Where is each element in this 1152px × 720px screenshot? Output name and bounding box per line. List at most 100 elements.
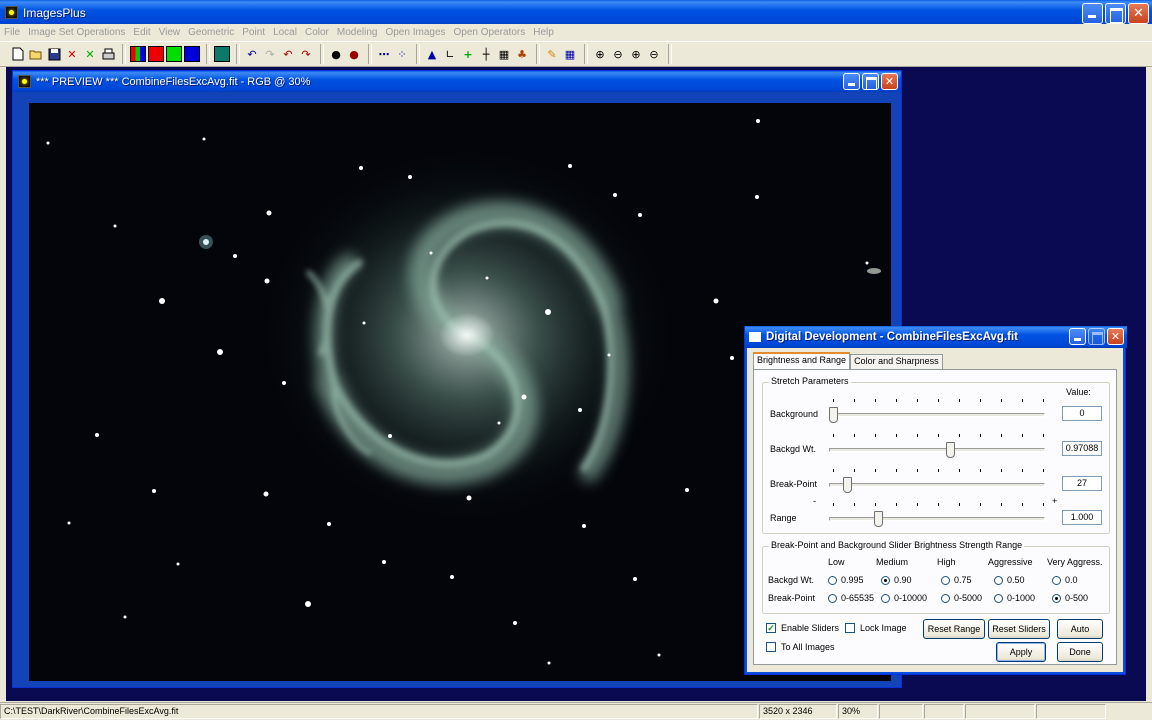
grid-icon[interactable] — [214, 46, 230, 62]
backgd-wt-slider-track[interactable] — [829, 448, 1045, 452]
curve-axes-icon[interactable]: ∟ — [442, 46, 458, 62]
dialog-close-button[interactable]: ✕ — [1107, 328, 1124, 345]
table-icon[interactable]: ▦ — [562, 46, 578, 62]
range-slider-track[interactable] — [829, 517, 1045, 521]
menu-view[interactable]: View — [159, 27, 181, 38]
open-folder-icon[interactable] — [28, 46, 44, 62]
radio-dot[interactable] — [1052, 593, 1061, 603]
menu-point[interactable]: Point — [242, 27, 265, 38]
app-minimize-button[interactable] — [1082, 3, 1103, 24]
save-icon[interactable] — [46, 46, 62, 62]
zoom-in-icon[interactable]: ⊕ — [592, 46, 608, 62]
redo-disabled-icon[interactable]: ↷ — [262, 46, 278, 62]
backgd-wt-radio[interactable]: 0.995 — [828, 575, 864, 585]
undo-all-icon[interactable]: ↶ — [280, 46, 296, 62]
menu-modeling[interactable]: Modeling — [337, 27, 378, 38]
apply-button[interactable]: Apply — [996, 642, 1046, 662]
app-maximize-button[interactable] — [1105, 3, 1126, 24]
backgd-wt-value-field[interactable]: 0.97088 — [1062, 441, 1102, 456]
dots-line-icon[interactable]: ⋯ — [376, 46, 392, 62]
new-file-icon[interactable] — [10, 46, 26, 62]
break-point-radio[interactable]: 0-5000 — [941, 593, 982, 603]
break-point-radio[interactable]: 0-10000 — [881, 593, 927, 603]
crosshair-green-icon[interactable]: + — [460, 46, 476, 62]
auto-button[interactable]: Auto — [1057, 619, 1103, 639]
menu-local[interactable]: Local — [273, 27, 297, 38]
zoom-actual-icon[interactable]: ⊖ — [646, 46, 662, 62]
range-value-field[interactable]: 1.000 — [1062, 510, 1102, 525]
lock-image-check[interactable] — [845, 623, 855, 633]
radio-dot[interactable] — [828, 575, 837, 585]
radio-dot[interactable] — [941, 575, 950, 585]
enable-sliders-check[interactable]: ✓ — [766, 623, 776, 633]
enable-sliders-checkbox[interactable]: ✓ Enable Sliders — [766, 623, 839, 633]
menu-geometric[interactable]: Geometric — [188, 27, 234, 38]
backgd-wt-radio[interactable]: 0.90 — [881, 575, 912, 585]
blue-channel-icon[interactable] — [184, 46, 200, 62]
dialog-minimize-button[interactable] — [1069, 328, 1086, 345]
close-green-icon[interactable]: ✕ — [82, 46, 98, 62]
break-point-slider-thumb[interactable] — [843, 477, 853, 493]
backgd-wt-radio[interactable]: 0.75 — [941, 575, 972, 585]
menu-edit[interactable]: Edit — [133, 27, 150, 38]
reset-range-button[interactable]: Reset Range — [923, 619, 985, 639]
menu-help[interactable]: Help — [533, 27, 554, 38]
backgd-wt-slider-thumb[interactable] — [945, 442, 955, 458]
slider-tick — [1022, 399, 1023, 402]
image-minimize-button[interactable] — [843, 73, 860, 90]
done-button[interactable]: Done — [1057, 642, 1103, 662]
drop-red-icon[interactable]: ● — [346, 46, 362, 62]
break-point-slider-track[interactable] — [829, 483, 1045, 487]
histogram-icon[interactable]: ▲ — [424, 46, 440, 62]
image-window-title-bar[interactable]: *** PREVIEW *** CombineFilesExcAvg.fit -… — [13, 71, 901, 92]
zoom-fit-icon[interactable]: ⊕ — [628, 46, 644, 62]
dialog-maximize-button[interactable] — [1088, 328, 1105, 345]
image-close-button[interactable]: ✕ — [881, 73, 898, 90]
to-all-images-checkbox[interactable]: To All Images — [766, 642, 835, 652]
break-point-radio[interactable]: 0-65535 — [828, 593, 874, 603]
lock-image-checkbox[interactable]: Lock Image — [845, 623, 907, 633]
menu-open-images[interactable]: Open Images — [385, 27, 445, 38]
radio-dot[interactable] — [941, 593, 950, 603]
radio-dot[interactable] — [881, 575, 890, 585]
size-grip[interactable] — [1107, 704, 1135, 719]
menu-color[interactable]: Color — [305, 27, 329, 38]
background-slider-thumb[interactable] — [829, 407, 838, 423]
zoom-out-icon[interactable]: ⊖ — [610, 46, 626, 62]
redo-all-icon[interactable]: ↷ — [298, 46, 314, 62]
menu-open-operators[interactable]: Open Operators — [454, 27, 526, 38]
radio-dot[interactable] — [828, 593, 837, 603]
to-all-images-check[interactable] — [766, 642, 776, 652]
menu-file[interactable]: File — [4, 27, 20, 38]
radio-dot[interactable] — [994, 575, 1003, 585]
backgd-wt-radio[interactable]: 0.50 — [994, 575, 1025, 585]
close-red-icon[interactable]: ✕ — [64, 46, 80, 62]
menu-image-set-operations[interactable]: Image Set Operations — [28, 27, 125, 38]
dialog-title-bar[interactable]: Digital Development - CombineFilesExcAvg… — [745, 326, 1127, 348]
radio-dot[interactable] — [881, 593, 890, 603]
reset-sliders-button[interactable]: Reset Sliders — [988, 619, 1050, 639]
background-value-field[interactable]: 0 — [1062, 406, 1102, 421]
palette-icon[interactable]: ♣ — [514, 46, 530, 62]
dots-curve-icon[interactable]: ⁘ — [394, 46, 410, 62]
range-slider-thumb[interactable] — [874, 511, 884, 527]
app-close-button[interactable]: ✕ — [1128, 3, 1149, 24]
print-icon[interactable] — [100, 46, 116, 62]
app-title-bar[interactable]: ImagesPlus ✕ — [0, 0, 1152, 25]
background-slider-track[interactable] — [829, 413, 1045, 417]
backgd-wt-radio[interactable]: 0.0 — [1052, 575, 1078, 585]
undo-icon[interactable]: ↶ — [244, 46, 260, 62]
radio-dot[interactable] — [1052, 575, 1061, 585]
crosshair-icon[interactable]: ┼ — [478, 46, 494, 62]
image-maximize-button[interactable] — [862, 73, 879, 90]
break-point-radio[interactable]: 0-1000 — [994, 593, 1035, 603]
calculator-icon[interactable]: ▦ — [496, 46, 512, 62]
drop-black-icon[interactable]: ● — [328, 46, 344, 62]
break-point-radio[interactable]: 0-500 — [1052, 593, 1088, 603]
pencil-icon[interactable]: ✎ — [544, 46, 560, 62]
rgb-channels-icon[interactable] — [130, 46, 146, 62]
radio-dot[interactable] — [994, 593, 1003, 603]
red-channel-icon[interactable] — [148, 46, 164, 62]
break-point-value-field[interactable]: 27 — [1062, 476, 1102, 491]
green-channel-icon[interactable] — [166, 46, 182, 62]
